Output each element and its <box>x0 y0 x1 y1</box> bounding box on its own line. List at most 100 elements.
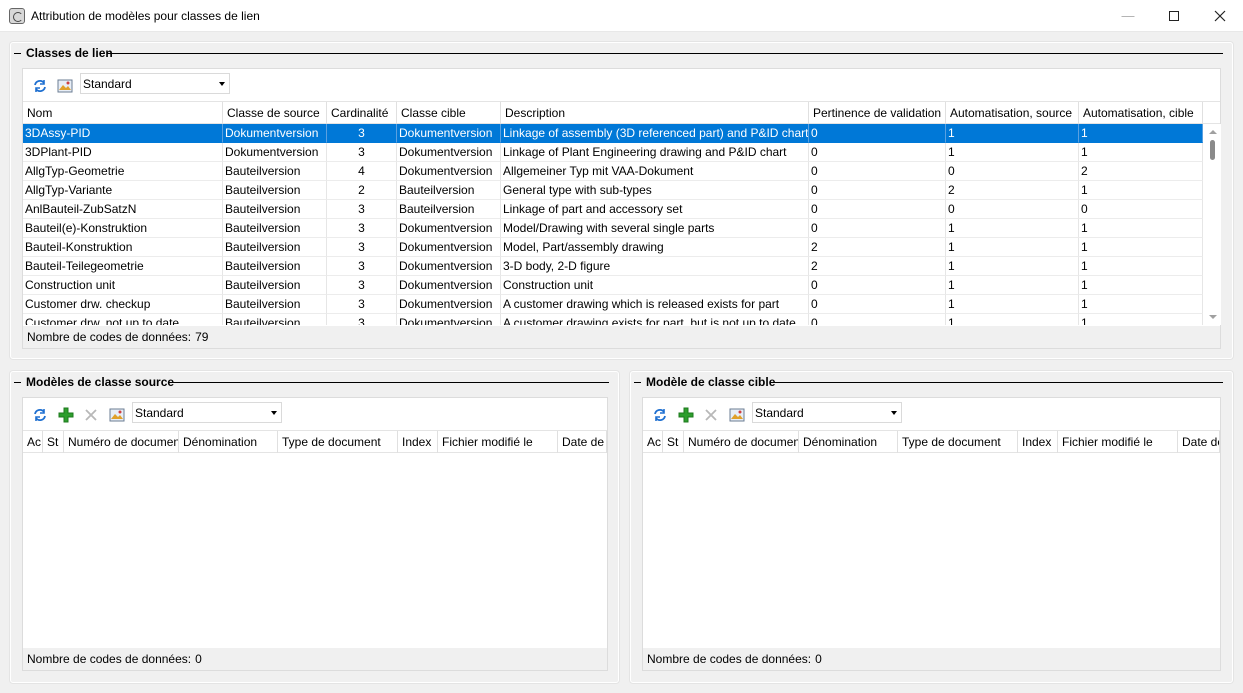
column-header[interactable]: Automatisation, source <box>946 102 1079 124</box>
table-row[interactable]: Customer drw. checkup Bauteilversion 3 Doku… <box>23 295 1203 314</box>
table-cell[interactable]: 1 <box>946 295 1079 314</box>
table-cell[interactable]: AllgTyp-Variante <box>23 181 223 200</box>
column-header[interactable]: Date de création <box>558 431 607 453</box>
table-cell[interactable]: Bauteilversion <box>223 162 327 181</box>
table-cell[interactable]: Dokumentversion <box>223 143 327 162</box>
refresh-icon[interactable] <box>651 406 668 423</box>
table-cell[interactable]: 1 <box>1079 276 1203 295</box>
table-cell[interactable]: 0 <box>1079 200 1203 219</box>
refresh-icon[interactable] <box>31 77 48 94</box>
table-row[interactable]: Bauteil(e)-Konstruktion Bauteilversion 3 Do… <box>23 219 1203 238</box>
table-cell[interactable]: 3 <box>327 219 397 238</box>
table-cell[interactable]: 3 <box>327 257 397 276</box>
table-cell[interactable]: 3 <box>327 238 397 257</box>
delete-icon[interactable] <box>82 406 99 423</box>
table-cell[interactable]: 3 <box>327 124 397 143</box>
table-cell[interactable]: Bauteilversion <box>223 295 327 314</box>
column-header[interactable]: St <box>663 431 684 453</box>
table-cell[interactable]: Dokumentversion <box>397 295 501 314</box>
table-cell[interactable]: 1 <box>1079 219 1203 238</box>
table-cell[interactable]: 3DAssy-PID <box>23 124 223 143</box>
table-cell[interactable]: 3-D body, 2-D figure <box>501 257 809 276</box>
table-cell[interactable]: Bauteilversion <box>223 257 327 276</box>
column-header[interactable]: Type de document <box>898 431 1018 453</box>
column-header[interactable]: Automatisation, cible <box>1079 102 1203 124</box>
column-header[interactable]: Index <box>398 431 438 453</box>
table-cell[interactable]: 4 <box>327 162 397 181</box>
table-row[interactable]: Bauteil-Teilegeometrie Bauteilversion 3 Dok… <box>23 257 1203 276</box>
table-cell[interactable]: Bauteil-Konstruktion <box>23 238 223 257</box>
table-cell[interactable]: 1 <box>1079 257 1203 276</box>
table-cell[interactable]: 3 <box>327 314 397 325</box>
table-cell[interactable]: 1 <box>1079 143 1203 162</box>
table-cell[interactable]: 2 <box>946 181 1079 200</box>
table-cell[interactable]: 3DPlant-PID <box>23 143 223 162</box>
maximize-button[interactable] <box>1151 0 1197 31</box>
table-cell[interactable]: Bauteil-Teilegeometrie <box>23 257 223 276</box>
table-cell[interactable]: Bauteilversion <box>397 181 501 200</box>
column-header[interactable]: Numéro de document <box>64 431 179 453</box>
collapse-toggle-source-models[interactable] <box>13 378 22 387</box>
table-cell[interactable]: Dokumentversion <box>397 257 501 276</box>
table-cell[interactable]: 0 <box>809 219 946 238</box>
table-cell[interactable]: 2 <box>1079 162 1203 181</box>
scroll-down-icon[interactable] <box>1209 315 1217 319</box>
table-cell[interactable]: Customer drw. not up to date <box>23 314 223 325</box>
table-cell[interactable]: 0 <box>809 200 946 219</box>
column-header[interactable]: Ac <box>643 431 663 453</box>
table-row[interactable]: AllgTyp-Variante Bauteilversion 2 Bauteilve… <box>23 181 1203 200</box>
image-view-icon[interactable] <box>108 406 125 423</box>
table-cell[interactable]: Bauteilversion <box>223 181 327 200</box>
table-cell[interactable]: 1 <box>946 257 1079 276</box>
table-cell[interactable]: Allgemeiner Typ mit VAA-Dokument <box>501 162 809 181</box>
column-header[interactable]: Cardinalité <box>327 102 397 124</box>
close-button[interactable] <box>1197 0 1243 31</box>
table-cell[interactable]: Linkage of assembly (3D referenced part)… <box>501 124 809 143</box>
table-cell[interactable]: 3 <box>327 200 397 219</box>
table-cell[interactable]: 0 <box>809 295 946 314</box>
column-header[interactable]: Index <box>1018 431 1058 453</box>
table-cell[interactable]: 0 <box>809 276 946 295</box>
column-header[interactable]: St <box>43 431 64 453</box>
column-header[interactable]: Classe cible <box>397 102 501 124</box>
column-header[interactable]: Dénomination <box>799 431 898 453</box>
table-cell[interactable]: 0 <box>946 200 1079 219</box>
table-cell[interactable]: 1 <box>1079 238 1203 257</box>
table-cell[interactable]: 1 <box>946 124 1079 143</box>
table-cell[interactable]: 1 <box>1079 295 1203 314</box>
table-cell[interactable]: General type with sub-types <box>501 181 809 200</box>
add-icon[interactable] <box>57 406 74 423</box>
scroll-up-icon[interactable] <box>1209 130 1217 134</box>
table-cell[interactable]: A customer drawing which is released exi… <box>501 295 809 314</box>
collapse-toggle-target-models[interactable] <box>633 378 642 387</box>
scroll-thumb[interactable] <box>1210 140 1215 160</box>
column-header[interactable]: Fichier modifié le <box>1058 431 1178 453</box>
table-cell[interactable]: 0 <box>809 181 946 200</box>
table-cell[interactable]: Construction unit <box>501 276 809 295</box>
table-cell[interactable]: Dokumentversion <box>397 238 501 257</box>
refresh-icon[interactable] <box>31 406 48 423</box>
table-cell[interactable]: 2 <box>809 257 946 276</box>
table-cell[interactable]: 0 <box>809 162 946 181</box>
table-cell[interactable]: Customer drw. checkup <box>23 295 223 314</box>
table-cell[interactable]: 1 <box>946 238 1079 257</box>
table-cell[interactable]: Dokumentversion <box>397 143 501 162</box>
table-cell[interactable]: 2 <box>809 238 946 257</box>
table-cell[interactable]: Bauteilversion <box>397 200 501 219</box>
table-cell[interactable]: Bauteilversion <box>223 200 327 219</box>
table-row[interactable]: Construction unit Bauteilversion 3 Dokument… <box>23 276 1203 295</box>
table-cell[interactable]: Model, Part/assembly drawing <box>501 238 809 257</box>
image-view-icon[interactable] <box>56 77 73 94</box>
table-cell[interactable]: 1 <box>946 219 1079 238</box>
table-cell[interactable]: 0 <box>809 124 946 143</box>
table-cell[interactable]: 1 <box>946 276 1079 295</box>
table-cell[interactable]: Bauteilversion <box>223 238 327 257</box>
table-cell[interactable]: 1 <box>1079 124 1203 143</box>
table-cell[interactable]: 2 <box>327 181 397 200</box>
table-row[interactable]: 3DAssy-PID Dokumentversion 3 Dokumentversio… <box>23 124 1203 143</box>
table-cell[interactable]: 0 <box>809 143 946 162</box>
table-cell[interactable]: AllgTyp-Geometrie <box>23 162 223 181</box>
table-row[interactable]: 3DPlant-PID Dokumentversion 3 Dokumentversi… <box>23 143 1203 162</box>
column-header[interactable]: Description <box>501 102 809 124</box>
link-classes-view-select[interactable]: Standard <box>80 73 230 94</box>
